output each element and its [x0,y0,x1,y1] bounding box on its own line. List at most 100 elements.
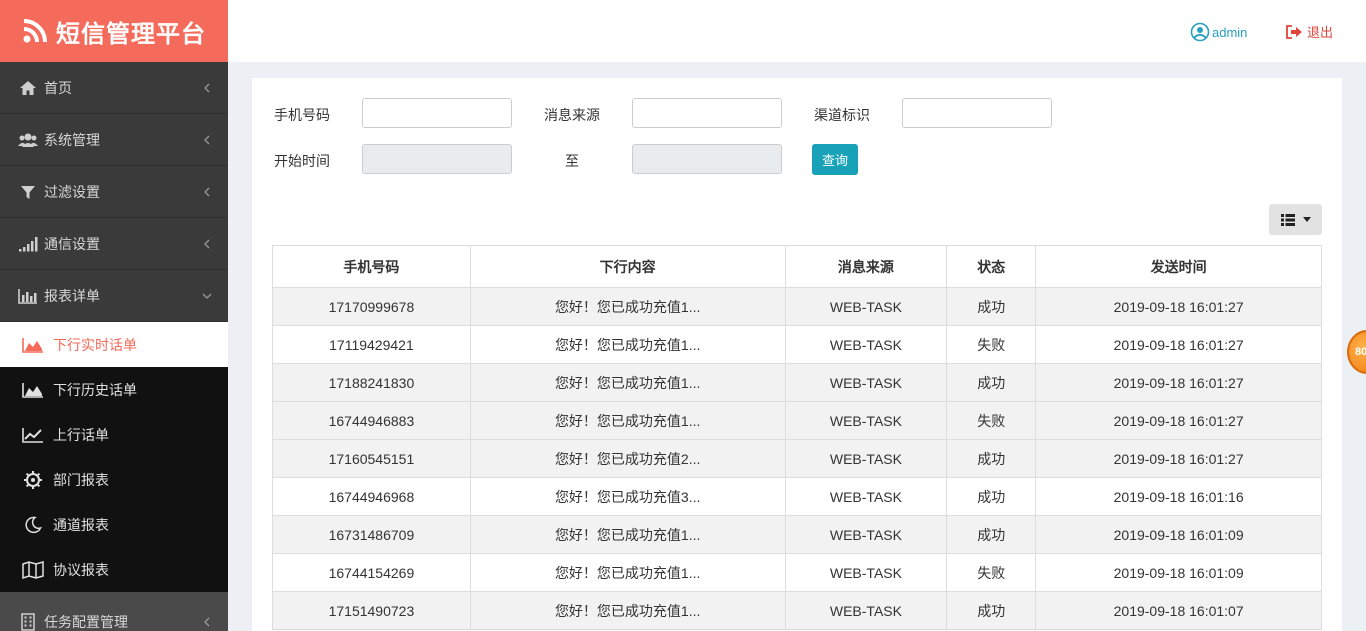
gear-icon [22,470,44,489]
sidebar-item-label: 部门报表 [53,471,109,488]
cell-status: 成功 [946,591,1037,630]
cell-source: WEB-TASK [784,363,948,402]
sidebar-item-task-config[interactable]: 任务配置管理 [0,592,228,631]
cell-time: 2019-09-18 16:01:16 [1035,477,1322,516]
column-header[interactable]: 发送时间 [1035,245,1322,288]
cell-content: 您好！您已成功充值1... [469,325,786,364]
table-row[interactable]: 16744946968 您好！您已成功充值3... WEB-TASK 成功 20… [272,477,1322,516]
rss-icon [23,19,47,43]
sidebar-item-uplink[interactable]: 上行话单 [0,412,228,457]
map-icon [22,560,44,579]
sidebar-item-label: 过滤设置 [44,183,100,200]
cell-phone: 16744946883 [272,401,471,440]
user-menu[interactable]: admin [1190,22,1247,42]
channel-input[interactable] [902,98,1052,128]
sidebar-item-label: 协议报表 [53,561,109,578]
logout-button[interactable]: 退出 [1285,22,1333,41]
cell-phone: 17170999678 [272,287,471,326]
table-row[interactable]: 17160545151 您好！您已成功充值2... WEB-TASK 成功 20… [272,439,1322,478]
sidebar-item-filter[interactable]: 过滤设置 [0,166,228,218]
chevron-left-icon [204,187,210,196]
sidebar-item-channel-report[interactable]: 通道报表 [0,502,228,547]
signal-icon [18,235,38,253]
filter-icon [18,183,38,201]
cell-source: WEB-TASK [784,287,948,326]
moon-icon [22,516,44,534]
badge-text: 80 [1355,346,1366,358]
table-row[interactable]: 16744946883 您好！您已成功充值1... WEB-TASK 失败 20… [272,401,1322,440]
cell-status: 失败 [946,325,1037,364]
phone-label: 手机号码 [274,107,330,123]
cell-source: WEB-TASK [784,439,948,478]
cell-phone: 17188241830 [272,363,471,402]
cell-time: 2019-09-18 16:01:07 [1035,591,1322,630]
cell-time: 2019-09-18 16:01:27 [1035,363,1322,402]
cell-time: 2019-09-18 16:01:27 [1035,401,1322,440]
area-chart-icon [22,336,44,354]
cell-source: WEB-TASK [784,401,948,440]
top-header: admin 退出 [228,0,1366,62]
sidebar-item-home[interactable]: 首页 [0,62,228,114]
area-chart-icon [22,381,44,399]
cell-content: 您好！您已成功充值1... [469,287,786,326]
cell-source: WEB-TASK [784,325,948,364]
cell-phone: 16744154269 [272,553,471,592]
table-row[interactable]: 17119429421 您好！您已成功充值1... WEB-TASK 失败 20… [272,325,1322,364]
sidebar-item-protocol-report[interactable]: 协议报表 [0,547,228,592]
table-header-row: 手机号码 下行内容 消息来源 状态 发送时间 [272,245,1322,288]
records-table: 手机号码 下行内容 消息来源 状态 发送时间 17170999678 您好！您已… [272,245,1322,630]
source-input[interactable] [632,98,782,128]
column-header[interactable]: 状态 [946,245,1037,288]
cell-content: 您好！您已成功充值2... [469,439,786,478]
sidebar-item-label: 上行话单 [53,426,109,443]
app-logo[interactable]: 短信管理平台 [0,0,228,62]
sidebar-item-label: 通道报表 [53,516,109,533]
column-header[interactable]: 消息来源 [784,245,948,288]
table-row[interactable]: 17151490723 您好！您已成功充值1... WEB-TASK 成功 20… [272,591,1322,630]
phone-input[interactable] [362,98,512,128]
column-header[interactable]: 下行内容 [469,245,786,288]
cell-status: 成功 [946,477,1037,516]
query-button[interactable]: 查询 [812,144,858,175]
table-row[interactable]: 16744154269 您好！您已成功充值1... WEB-TASK 失败 20… [272,553,1322,592]
sidebar-item-communication[interactable]: 通信设置 [0,218,228,270]
end-time-input[interactable] [632,144,782,174]
bar-chart-icon [18,287,38,305]
sidebar-item-label: 通信设置 [44,235,100,252]
cell-source: WEB-TASK [784,477,948,516]
cell-content: 您好！您已成功充值1... [469,553,786,592]
cell-phone: 16744946968 [272,477,471,516]
channel-label: 渠道标识 [814,107,870,123]
cell-time: 2019-09-18 16:01:09 [1035,515,1322,554]
table-row[interactable]: 17170999678 您好！您已成功充值1... WEB-TASK 成功 20… [272,287,1322,326]
app-title: 短信管理平台 [56,20,206,48]
to-label: 至 [565,153,579,169]
cell-source: WEB-TASK [784,591,948,630]
cell-phone: 17151490723 [272,591,471,630]
cell-status: 成功 [946,287,1037,326]
sidebar-item-system[interactable]: 系统管理 [0,114,228,166]
sidebar-item-reports[interactable]: 报表详单 [0,270,228,322]
sidebar-item-realtime-downlink[interactable]: 下行实时话单 [0,322,228,367]
chevron-left-icon [204,83,210,92]
reports-submenu: 下行实时话单 下行历史话单 上行话单 部门报表 通道报表 协议报表 [0,322,228,592]
chevron-down-icon [202,293,212,299]
table-row[interactable]: 16731486709 您好！您已成功充值1... WEB-TASK 成功 20… [272,515,1322,554]
building-icon [18,612,38,631]
start-time-label: 开始时间 [274,153,330,169]
sidebar-item-history-downlink[interactable]: 下行历史话单 [0,367,228,412]
users-icon [18,131,38,149]
caret-down-icon [1302,217,1311,222]
start-time-input[interactable] [362,144,512,174]
cell-status: 失败 [946,553,1037,592]
source-label: 消息来源 [544,107,600,123]
floating-badge[interactable]: 80 [1347,330,1366,374]
cell-phone: 17119429421 [272,325,471,364]
sidebar-item-label: 首页 [44,79,72,96]
column-toggle-button[interactable] [1269,204,1322,235]
column-header[interactable]: 手机号码 [272,245,471,288]
user-circle-icon [1190,22,1210,42]
cell-phone: 16731486709 [272,515,471,554]
sidebar-item-department-report[interactable]: 部门报表 [0,457,228,502]
table-row[interactable]: 17188241830 您好！您已成功充值1... WEB-TASK 成功 20… [272,363,1322,402]
